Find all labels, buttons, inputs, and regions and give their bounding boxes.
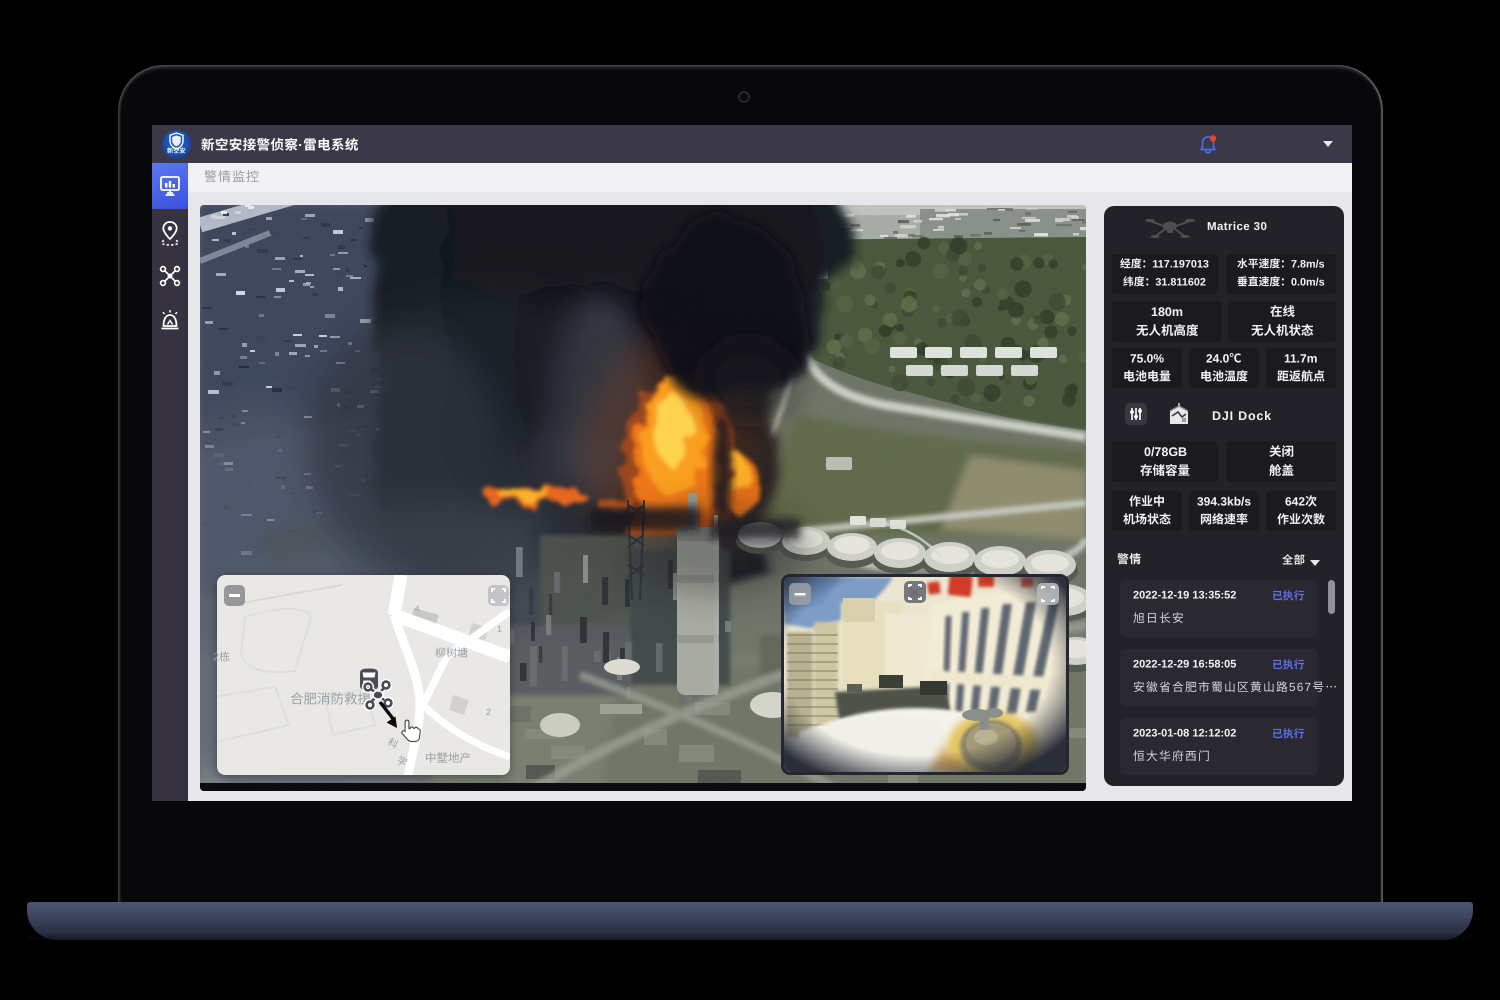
svg-text:2022-12-19 13:35:52: 2022-12-19 13:35:52 xyxy=(1133,590,1236,602)
svg-text:75.0%: 75.0% xyxy=(1130,351,1164,365)
svg-text:180m: 180m xyxy=(1151,305,1183,319)
svg-text:1: 1 xyxy=(497,624,502,634)
svg-text:2: 2 xyxy=(213,652,219,664)
svg-text:24.0: 24.0 xyxy=(1206,351,1230,365)
svg-text:117.197013: 117.197013 xyxy=(1153,258,1209,270)
svg-text:·: · xyxy=(298,137,303,152)
svg-text:0/78GB: 0/78GB xyxy=(1144,445,1187,459)
svg-text:31.811602: 31.811602 xyxy=(1156,276,1206,288)
svg-text:Matrice 30: Matrice 30 xyxy=(1207,221,1267,233)
svg-text:2023-01-08 12:12:02: 2023-01-08 12:12:02 xyxy=(1133,728,1236,740)
svg-text:567: 567 xyxy=(1289,680,1312,694)
svg-text:4: 4 xyxy=(415,604,420,613)
svg-text:DJI Dock: DJI Dock xyxy=(1212,409,1272,423)
svg-text:2: 2 xyxy=(486,707,491,717)
svg-text:2022-12-29 16:58:05: 2022-12-29 16:58:05 xyxy=(1133,659,1236,671)
svg-text:11.7m: 11.7m xyxy=(1284,351,1317,365)
svg-text:642: 642 xyxy=(1285,494,1305,508)
svg-text:0.0m/s: 0.0m/s xyxy=(1291,276,1325,288)
svg-text:7.8m/s: 7.8m/s xyxy=(1291,258,1325,270)
svg-text:394.3kb/s: 394.3kb/s xyxy=(1197,494,1251,508)
